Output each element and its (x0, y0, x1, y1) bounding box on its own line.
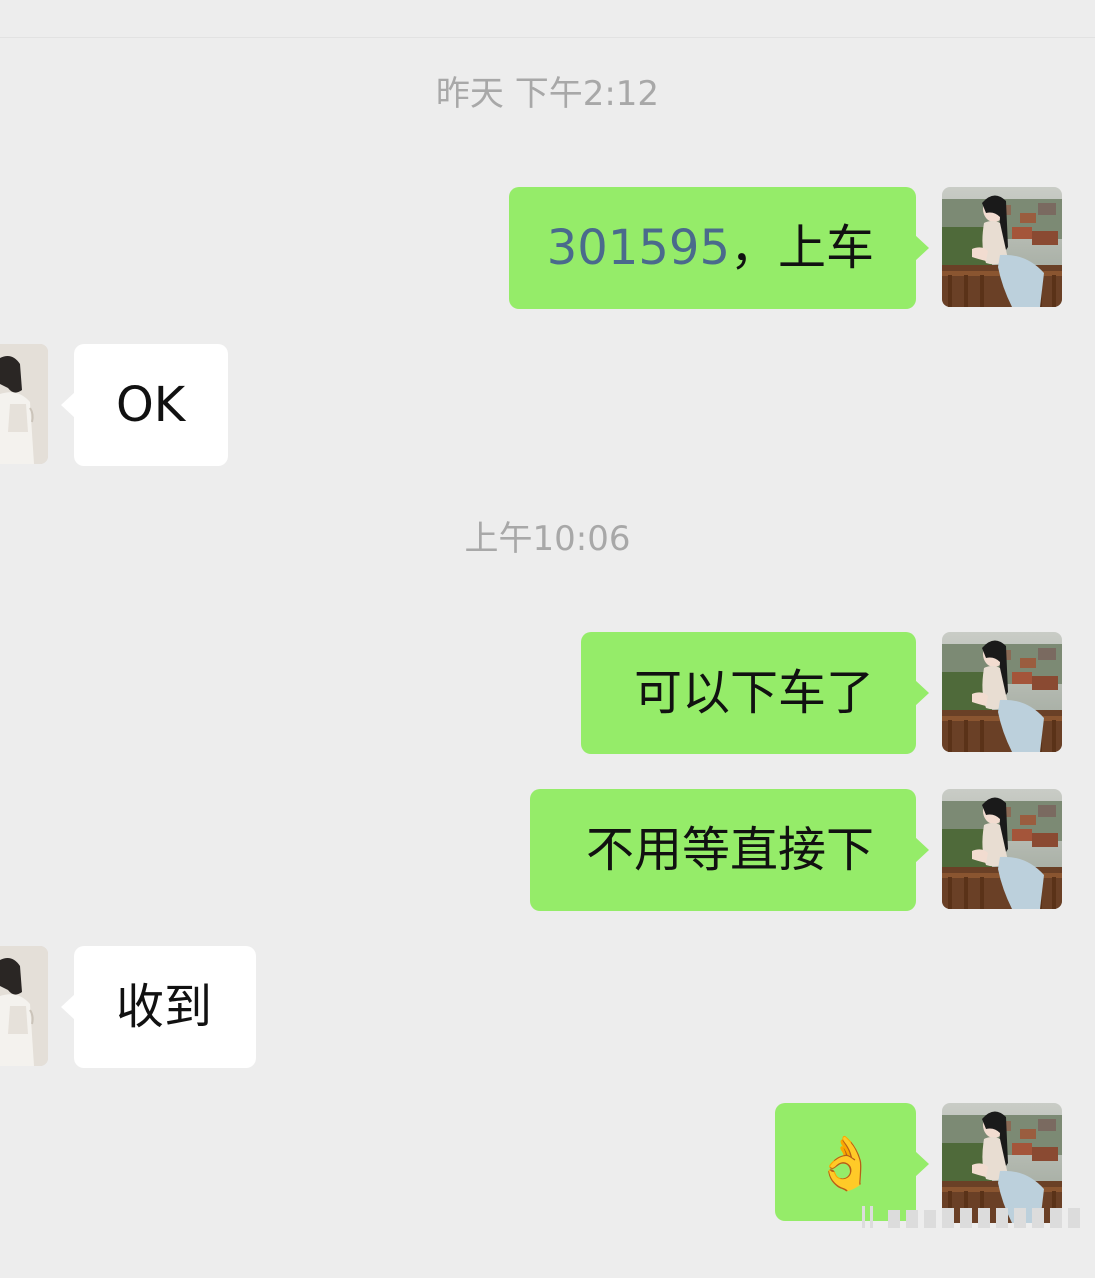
phone-number-link[interactable]: 301595 (547, 220, 730, 276)
message-bubble-incoming[interactable]: 收到 (61, 946, 256, 1068)
message-bubble-outgoing[interactable]: 可以下车了 (581, 632, 929, 754)
my-avatar[interactable] (942, 187, 1062, 307)
message-bubble-incoming[interactable]: OK (61, 344, 228, 466)
contact-avatar[interactable] (0, 946, 48, 1066)
user-photo-avatar-icon (942, 632, 1062, 752)
header-divider (0, 37, 1095, 38)
ok-hand-emoji-icon: 👌 (813, 1134, 878, 1194)
contact-photo-avatar-icon (0, 344, 48, 464)
contact-photo-avatar-icon (0, 946, 48, 1066)
message-bubble-outgoing[interactable]: 301595，上车 (509, 187, 929, 309)
message-text: 不用等直接下 (585, 822, 874, 878)
user-photo-avatar-icon (942, 187, 1062, 307)
message-bubble-outgoing[interactable]: 不用等直接下 (530, 789, 929, 911)
message-text: 可以下车了 (633, 665, 874, 721)
my-avatar[interactable] (942, 632, 1062, 752)
message-text: 收到 (116, 979, 213, 1035)
user-photo-avatar-icon (942, 789, 1062, 909)
timestamp-divider: 昨天 下午2:12 (435, 74, 660, 114)
contact-avatar[interactable] (0, 344, 48, 464)
timestamp-divider: 上午10:06 (464, 519, 631, 559)
my-avatar[interactable] (942, 789, 1062, 909)
message-text: OK (116, 377, 186, 433)
watermark-logo (862, 1206, 1080, 1228)
message-text: ，上车 (729, 220, 874, 276)
